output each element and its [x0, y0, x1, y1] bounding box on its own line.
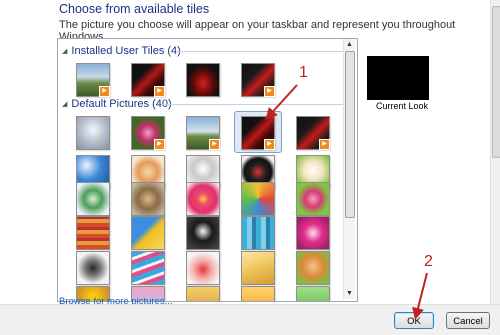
callout-number-2: 2: [424, 253, 433, 270]
tile-globe[interactable]: [76, 182, 110, 216]
group-header-default[interactable]: ◢ Default Pictures (40): [62, 98, 172, 110]
tile-installed-3[interactable]: [186, 63, 220, 97]
video-badge-icon: ▶: [264, 139, 275, 150]
tile-user-silhouette[interactable]: [76, 116, 110, 150]
video-badge-icon: ▶: [99, 86, 110, 97]
tile-cubes[interactable]: [241, 216, 275, 250]
callout-number-1: 1: [299, 64, 308, 81]
scroll-up-icon[interactable]: ▲: [344, 39, 355, 50]
video-badge-icon: ▶: [154, 86, 165, 97]
tile-origami[interactable]: [186, 251, 220, 285]
tile-green[interactable]: [296, 286, 330, 301]
tile-gerbera[interactable]: [186, 182, 220, 216]
group-header-installed[interactable]: ◢ Installed User Tiles (4): [62, 45, 181, 57]
scroll-down-icon[interactable]: ▼: [344, 288, 355, 299]
scrollbar-thumb[interactable]: [345, 51, 355, 218]
tile-flower[interactable]: ▶: [131, 116, 165, 150]
video-badge-icon: ▶: [209, 139, 220, 150]
page-scrollbar-thumb[interactable]: [492, 6, 500, 158]
tile-landscape[interactable]: ▶: [186, 116, 220, 150]
triangle-down-icon[interactable]: ◢: [62, 101, 67, 108]
current-look-label: Current Look: [376, 101, 429, 111]
tile-dog[interactable]: [186, 216, 220, 250]
tile-flower-pink[interactable]: [296, 216, 330, 250]
tile-car-video[interactable]: ▶: [296, 116, 330, 150]
video-badge-icon: ▶: [319, 139, 330, 150]
tile-pomeranian[interactable]: [296, 251, 330, 285]
tile-leaf[interactable]: [131, 216, 165, 250]
current-look-preview: [367, 56, 429, 100]
tile-jellyfish[interactable]: [241, 286, 275, 301]
tile-mountain[interactable]: [186, 286, 220, 301]
cancel-button[interactable]: Cancel: [446, 312, 490, 329]
tile-jacks[interactable]: [76, 251, 110, 285]
page-title: Choose from available tiles: [59, 2, 210, 16]
tile-pinwheel[interactable]: [241, 182, 275, 216]
tile-car-video-selected[interactable]: ▶: [241, 116, 275, 150]
tile-snail[interactable]: [296, 182, 330, 216]
ok-button[interactable]: OK: [394, 312, 434, 329]
tile-installed-4[interactable]: ▶: [241, 63, 275, 97]
tile-kitten[interactable]: [131, 182, 165, 216]
group-divider: [162, 104, 346, 105]
group-label-installed: Installed User Tiles (4): [71, 45, 181, 57]
triangle-down-icon[interactable]: ◢: [62, 48, 67, 55]
page-scrollbar[interactable]: [490, 0, 500, 304]
group-divider: [176, 51, 346, 52]
group-label-default: Default Pictures (40): [71, 98, 172, 110]
tile-list-scrollbar[interactable]: ▲ ▼: [343, 39, 355, 299]
tile-books[interactable]: [76, 216, 110, 250]
tile-installed-2[interactable]: ▶: [131, 63, 165, 97]
tile-list[interactable]: ◢ Installed User Tiles (4) ▶ ▶ ▶ ◢ Default…: [57, 38, 358, 302]
tile-stairs[interactable]: [131, 251, 165, 285]
tile-installed-1[interactable]: ▶: [76, 63, 110, 97]
video-badge-icon: ▶: [154, 139, 165, 150]
video-badge-icon: ▶: [264, 86, 275, 97]
tile-dune[interactable]: [241, 251, 275, 285]
